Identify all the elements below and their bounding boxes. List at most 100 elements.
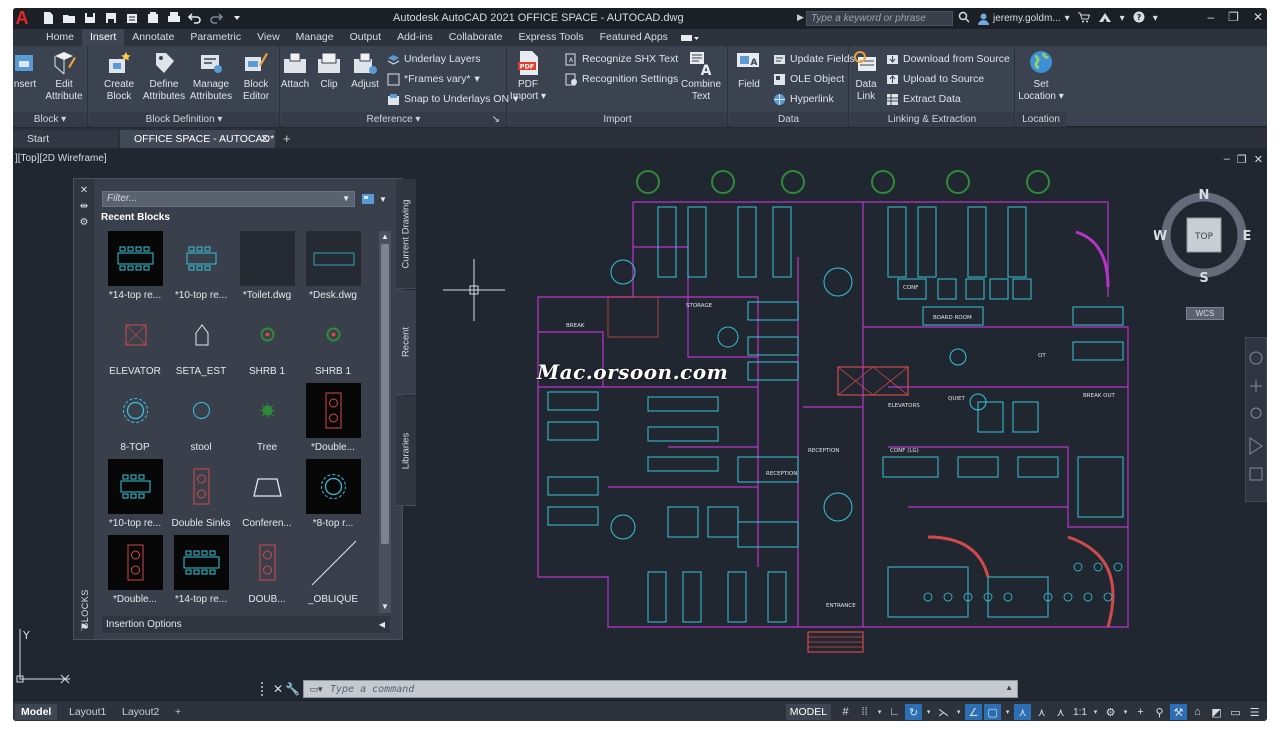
palette-title-strip[interactable]: ✕ ⇹ ⚙ BLOCKS ⚑ <box>74 179 94 639</box>
scale-menu-arrow-icon[interactable]: ▾ <box>1091 704 1100 720</box>
update-fields-button[interactable]: Update Fields <box>773 50 855 68</box>
block-item-shrub[interactable]: SHRB 1 <box>234 307 300 383</box>
isolate-objects-icon[interactable]: ◩ <box>1208 704 1225 720</box>
polar-menu-arrow-icon[interactable]: ▾ <box>924 704 933 720</box>
block-item-round-table-8[interactable]: 8-TOP <box>102 383 168 459</box>
tab-libraries[interactable]: Libraries <box>396 396 416 506</box>
grid-icon[interactable]: # <box>837 704 854 720</box>
tab-layout1[interactable]: Layout1 <box>63 704 112 720</box>
view-options-arrow-icon[interactable]: ▼ <box>379 195 387 204</box>
ole-object-button[interactable]: OLE Object <box>773 70 844 88</box>
scroll-thumb[interactable] <box>381 244 389 544</box>
block-item-desk[interactable]: *Desk.dwg <box>300 231 366 307</box>
block-item-toilet[interactable]: *Toilet.dwg <box>234 231 300 307</box>
undo-icon[interactable] <box>188 11 202 25</box>
panel-title-data[interactable]: Data <box>729 112 848 127</box>
autodesk-app-store-icon[interactable] <box>1098 12 1112 26</box>
quick-properties-icon[interactable]: ⚒ <box>1170 704 1187 720</box>
command-line-grip[interactable] <box>261 682 269 696</box>
tab-insert[interactable]: Insert <box>82 29 124 46</box>
panel-title-block-definition[interactable]: Block Definition ▾ <box>89 112 279 127</box>
isometric-drafting-icon[interactable]: ⋋ <box>935 704 952 720</box>
osnap-menu-arrow-icon[interactable]: ▾ <box>1003 704 1012 720</box>
annotation-monitor-icon[interactable]: + <box>1132 704 1149 720</box>
save-as-icon[interactable] <box>104 11 118 25</box>
thumbnail-view-icon[interactable] <box>361 193 375 205</box>
combine-text-button[interactable]: A Combine Text <box>678 49 724 103</box>
tab-add-ins[interactable]: Add-ins <box>389 29 441 46</box>
block-item-round-table-8[interactable]: *8-top r... <box>300 459 366 535</box>
insert-button[interactable]: nsert <box>13 49 45 91</box>
minimize-icon[interactable]: – <box>1207 10 1214 24</box>
new-tab-button[interactable]: + <box>283 130 291 148</box>
panel-title-import[interactable]: Import <box>508 112 727 127</box>
panel-title-reference[interactable]: Reference ▾↘ <box>281 112 506 127</box>
new-file-icon[interactable] <box>41 11 55 25</box>
underlay-layers-button[interactable]: Underlay Layers <box>387 50 480 68</box>
file-tab-start[interactable]: Start <box>13 130 118 148</box>
drawing-area[interactable]: ][Top][2D Wireframe] – ❐ ✕ <box>13 149 1267 701</box>
block-item-seta-est[interactable]: SETA_EST <box>168 307 234 383</box>
search-expand-icon[interactable]: ▶ <box>797 12 804 23</box>
palette-autohide-icon[interactable]: ⇹ <box>78 201 90 212</box>
restore-icon[interactable]: ❐ <box>1228 10 1239 24</box>
save-web-icon[interactable] <box>146 11 160 25</box>
command-history-arrow-icon[interactable]: ▲ <box>1005 683 1013 692</box>
block-item-table-10-top[interactable]: *10-top re... <box>168 231 234 307</box>
auto-scale-icon[interactable]: ⋏ <box>1033 704 1050 720</box>
hyperlink-button[interactable]: Hyperlink <box>773 90 834 108</box>
palette-scrollbar[interactable]: ▲ ▼ <box>379 231 391 613</box>
customization-menu-icon[interactable]: ☰ <box>1246 704 1263 720</box>
tab-collaborate[interactable]: Collaborate <box>441 29 511 46</box>
wcs-menu[interactable]: WCS <box>1186 307 1224 320</box>
cart-icon[interactable] <box>1078 12 1090 26</box>
block-item-tree[interactable]: Tree <box>234 383 300 459</box>
block-item-double-sink[interactable]: DOUB... <box>234 535 300 611</box>
recognize-shx-text-button[interactable]: A Recognize SHX Text <box>565 50 678 68</box>
block-item-double-sink[interactable]: Double Sinks <box>168 459 234 535</box>
recent-commands-icon[interactable]: ▭▾ <box>304 682 328 696</box>
field-button[interactable]: A Field <box>729 49 769 91</box>
download-from-source-button[interactable]: Download from Source <box>886 50 1010 68</box>
viewcube[interactable]: TOP N S E W <box>1154 185 1254 305</box>
annotation-scale-value[interactable]: 1:1 <box>1071 707 1089 718</box>
manage-attributes-button[interactable]: Manage Attributes <box>188 49 234 103</box>
close-icon[interactable]: ✕ <box>1253 10 1263 24</box>
viewport-close-icon[interactable]: ✕ <box>1254 153 1263 166</box>
tab-output[interactable]: Output <box>342 29 390 46</box>
upload-to-source-button[interactable]: Upload to Source <box>886 70 984 88</box>
snap-to-underlays-dropdown[interactable]: Snap to Underlays ON ▾ <box>387 90 518 108</box>
lock-ui-icon[interactable]: ⌂ <box>1189 704 1206 720</box>
pdf-import-button[interactable]: PDF PDF Import ▾ <box>508 49 548 103</box>
units-icon[interactable]: ⚲ <box>1151 704 1168 720</box>
create-block-button[interactable]: Create Block <box>99 49 139 103</box>
block-item-table-10-top[interactable]: *10-top re... <box>102 459 168 535</box>
block-item-double-sink[interactable]: *Double... <box>300 383 366 459</box>
clean-screen-icon[interactable]: ▭ <box>1227 704 1244 720</box>
block-item-table-14-top[interactable]: *14-top re... <box>168 535 234 611</box>
viewport-minimize-icon[interactable]: – <box>1224 153 1230 166</box>
scroll-up-icon[interactable]: ▲ <box>379 231 391 243</box>
edit-attribute-button[interactable]: Edit Attribute <box>44 49 84 103</box>
clip-button[interactable]: Clip <box>309 49 349 91</box>
block-editor-button[interactable]: Block Editor <box>236 49 276 103</box>
chevron-down-icon[interactable]: ▾ <box>1120 13 1125 24</box>
tab-featured-apps[interactable]: Featured Apps <box>592 29 676 46</box>
annotation-scale-icon[interactable]: ⋏ <box>1052 704 1069 720</box>
save-icon[interactable] <box>83 11 97 25</box>
recognition-settings-button[interactable]: Recognition Settings <box>565 70 678 88</box>
user-account[interactable]: jeremy.goldm... ▾ <box>978 13 1070 25</box>
annotation-visibility-icon[interactable]: ⋏ <box>1014 704 1031 720</box>
command-line-customize-icon[interactable]: 🔧 <box>285 682 299 696</box>
tab-view[interactable]: View <box>249 29 288 46</box>
scroll-down-icon[interactable]: ▼ <box>379 601 391 613</box>
palette-grip-icon[interactable]: ⚑ <box>78 623 90 634</box>
add-layout-button[interactable]: + <box>169 704 187 720</box>
tab-home[interactable]: Home <box>38 29 82 46</box>
tab-recent[interactable]: Recent <box>396 290 416 395</box>
tab-annotate[interactable]: Annotate <box>124 29 182 46</box>
tab-layout2[interactable]: Layout2 <box>116 704 165 720</box>
snap-mode-icon[interactable]: ⁞⁞ <box>856 704 873 720</box>
isodraft-menu-arrow-icon[interactable]: ▾ <box>954 704 963 720</box>
tab-model[interactable]: Model <box>15 704 57 720</box>
